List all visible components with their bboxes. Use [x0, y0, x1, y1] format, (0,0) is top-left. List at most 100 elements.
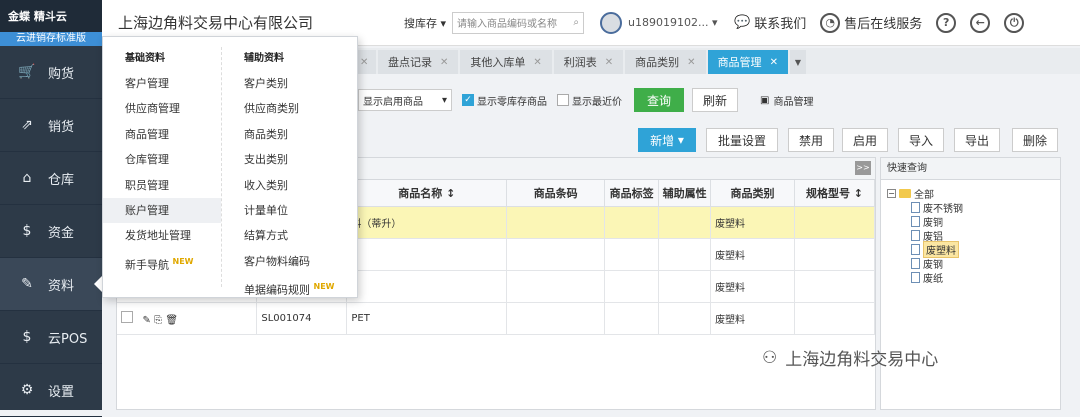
col-aux-attr[interactable]: 辅助属性: [658, 180, 712, 207]
add-button[interactable]: 新增 ▾: [638, 128, 696, 152]
quick-search-title: 快速查询: [881, 158, 1060, 180]
gear-icon: ⚙: [20, 382, 34, 398]
col-category[interactable]: 商品类别: [710, 180, 795, 207]
menu-customer[interactable]: 客户管理: [103, 71, 221, 96]
category-tree: − 全部 废不锈钢 废铜 废铝 废塑料 废钢 废纸: [881, 180, 1060, 285]
new-badge: NEW: [172, 256, 194, 266]
tree-root[interactable]: − 全部: [887, 186, 1060, 201]
video-icon: ▣: [760, 94, 770, 106]
refresh-button[interactable]: 刷新: [692, 88, 738, 112]
menu-unit[interactable]: 计量单位: [222, 198, 339, 223]
user-name[interactable]: u189019102... ▾: [628, 16, 720, 29]
tree-node[interactable]: 废铝: [887, 228, 1060, 243]
menu-income-category[interactable]: 收入类别: [222, 173, 339, 198]
nav-warehouse[interactable]: ⌂ 仓库: [0, 152, 102, 205]
close-icon[interactable]: ✕: [687, 57, 695, 68]
file-icon: [911, 257, 920, 269]
check-icon: ✓: [462, 94, 474, 106]
contact-us-link[interactable]: 💬 联系我们: [734, 13, 806, 32]
tree-node[interactable]: 废不锈钢: [887, 200, 1060, 215]
company-name: 上海边角料交易中心有限公司: [118, 14, 314, 32]
import-button[interactable]: 导入: [898, 128, 944, 152]
batch-set-button[interactable]: 批量设置: [706, 128, 778, 152]
help-button[interactable]: ?: [936, 12, 957, 33]
menu-staff[interactable]: 职员管理: [103, 173, 221, 198]
col-spec[interactable]: 规格型号 ↕: [794, 180, 875, 207]
sidebar: 金蝶 精斗云 云进销存标准版 🛒 购货 ⇗ 销货 ⌂ 仓库 $ 资金 ✎ 资料 $ 云POS…: [0, 0, 102, 417]
menu-product[interactable]: 商品管理: [103, 122, 221, 147]
tree-node-selected[interactable]: 废塑料: [887, 240, 1060, 258]
delete-button[interactable]: 删除: [1012, 128, 1058, 152]
edition-label: 云进销存标准版: [0, 32, 102, 46]
nav-data[interactable]: ✎ 资料: [0, 258, 102, 311]
menu-expense-category[interactable]: 支出类别: [222, 147, 339, 172]
tree-node[interactable]: 废铜: [887, 214, 1060, 229]
pencil-icon: ✎: [21, 276, 33, 292]
money-icon: $: [22, 223, 32, 239]
menu-shipping-address[interactable]: 发货地址管理: [103, 223, 221, 248]
tab-hidden[interactable]: ✕: [356, 50, 376, 74]
close-icon[interactable]: ✕: [533, 57, 541, 68]
cart-icon: 🛒: [18, 64, 36, 80]
tab-other-inbound[interactable]: 其他入库单 ✕: [460, 50, 552, 74]
tab-inventory-check[interactable]: 盘点记录 ✕: [378, 50, 459, 74]
search-icon[interactable]: ⌕: [573, 17, 579, 28]
close-icon[interactable]: ✕: [360, 57, 368, 68]
disable-button[interactable]: 禁用: [788, 128, 834, 152]
col-barcode[interactable]: 商品条码: [506, 180, 606, 207]
menu-customer-category[interactable]: 客户类别: [222, 71, 339, 96]
close-icon[interactable]: ✕: [440, 57, 448, 68]
sales-icon: ⇗: [21, 117, 33, 133]
export-button[interactable]: 导出: [954, 128, 1000, 152]
zero-stock-checkbox[interactable]: ✓ 显示零库存商品: [462, 93, 547, 108]
close-icon[interactable]: ✕: [770, 57, 778, 68]
menu-doc-code-rule[interactable]: 单据编码规则 NEW: [222, 274, 339, 299]
expand-icon[interactable]: >>: [855, 161, 871, 175]
search-input[interactable]: 请输入商品编码或名称 ⌕: [452, 11, 584, 34]
tab-product-category[interactable]: 商品类别 ✕: [625, 50, 706, 74]
file-icon: [911, 201, 920, 213]
query-button[interactable]: 查询: [634, 88, 684, 112]
tree-node[interactable]: 废纸: [887, 270, 1060, 285]
menu-settlement[interactable]: 结算方式: [222, 223, 339, 248]
avatar[interactable]: [600, 11, 622, 34]
menu-material-code[interactable]: 客户物料编码: [222, 249, 339, 274]
logout-button[interactable]: ⏻: [1004, 12, 1025, 33]
collapse-icon[interactable]: −: [887, 188, 896, 198]
tab-product-management[interactable]: 商品管理 ✕: [707, 50, 788, 74]
folder-icon: [899, 188, 911, 198]
menu-guide[interactable]: 新手导航 NEW: [103, 249, 221, 274]
table-row[interactable]: ✎ ⎘ 🗑 SL001074 PET 废塑料: [117, 302, 875, 335]
menu-supplier[interactable]: 供应商管理: [103, 96, 221, 121]
chevron-down-icon[interactable]: ▼: [789, 50, 806, 74]
status-select[interactable]: 显示启用商品 ▾: [358, 89, 452, 111]
row-checkbox[interactable]: [121, 310, 133, 323]
menu-account[interactable]: 账户管理: [103, 197, 221, 224]
product-video-link[interactable]: ▣ 商品管理: [760, 93, 813, 108]
tree-node[interactable]: 废钢: [887, 256, 1060, 271]
nav-pos[interactable]: $ 云POS: [0, 311, 102, 364]
nav-purchase[interactable]: 🛒 购货: [0, 46, 102, 99]
menu-warehouse[interactable]: 仓库管理: [103, 147, 221, 172]
menu-supplier-category[interactable]: 供应商类别: [222, 96, 339, 121]
enable-button[interactable]: 启用: [842, 128, 888, 152]
nav-settings[interactable]: ⚙ 设置: [0, 364, 102, 417]
power-icon: ⏻: [1004, 12, 1025, 33]
online-service-link[interactable]: ◔ 售后在线服务: [820, 12, 922, 33]
data-flyout-menu: 基础资料 客户管理 供应商管理 商品管理 仓库管理 职员管理 账户管理 发货地址…: [102, 36, 358, 298]
close-icon[interactable]: ✕: [605, 57, 613, 68]
copy-icon[interactable]: ⎘: [154, 315, 162, 326]
search-scope-select[interactable]: 搜库存 ▾: [376, 15, 446, 31]
trash-icon[interactable]: 🗑: [165, 315, 178, 326]
menu-product-category[interactable]: 商品类别: [222, 122, 339, 147]
edit-icon[interactable]: ✎: [143, 315, 151, 326]
warehouse-icon: ⌂: [22, 170, 32, 186]
menu-aux-title: 辅助资料: [244, 53, 284, 64]
nav-funds[interactable]: $ 资金: [0, 205, 102, 258]
nav-sales[interactable]: ⇗ 销货: [0, 99, 102, 152]
recent-price-checkbox[interactable]: 显示最近价: [557, 93, 622, 108]
tab-profit[interactable]: 利润表 ✕: [553, 50, 624, 74]
back-button[interactable]: ←: [970, 12, 991, 33]
col-tag[interactable]: 商品标签: [604, 180, 660, 207]
col-product-name[interactable]: 商品名称 ↕: [346, 180, 508, 207]
